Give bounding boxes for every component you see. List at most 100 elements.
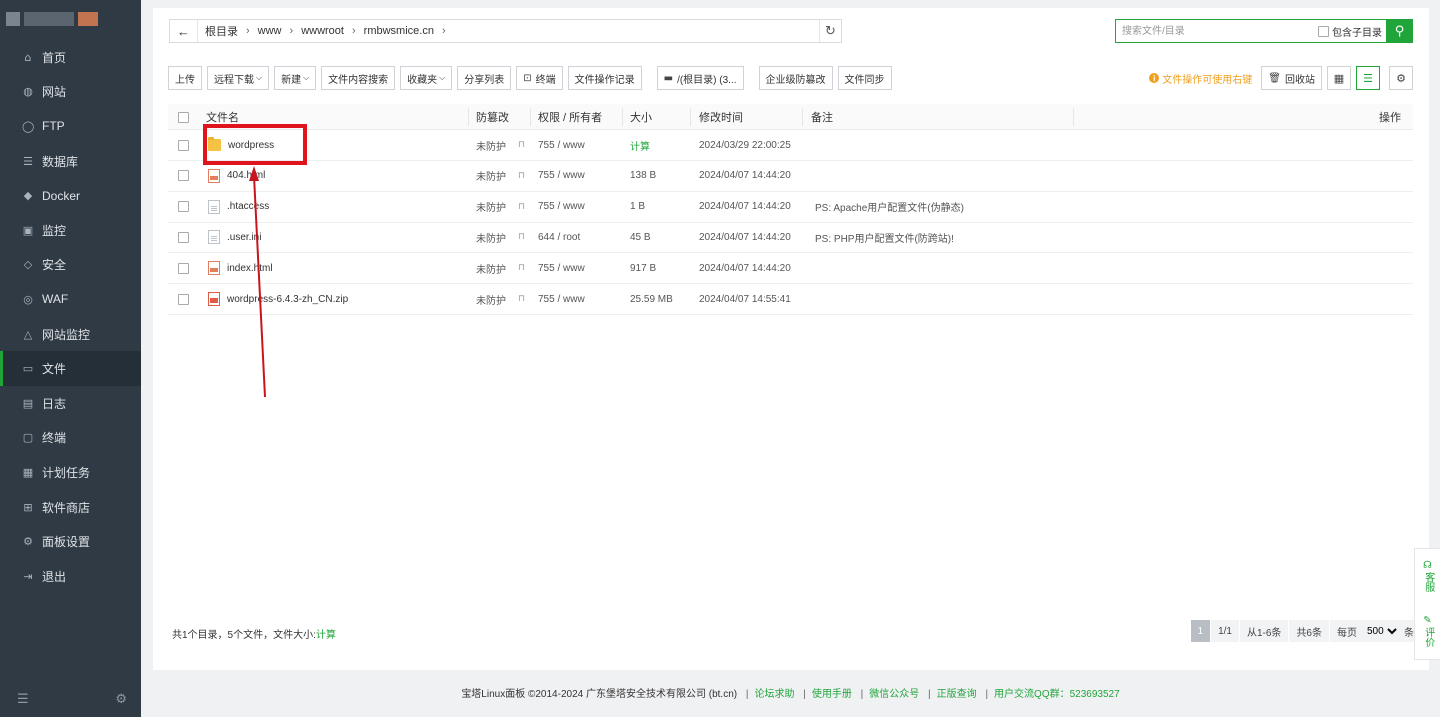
file-perm[interactable]: 755 / www [538,253,585,283]
search-input[interactable] [1116,20,1318,42]
file-name[interactable]: 404.html [208,161,265,191]
content-search-button[interactable]: 文件内容搜索 [321,66,396,90]
sidebar-item[interactable]: ▣ 监控 [0,213,141,248]
file-mtime: 2024/04/07 14:55:41 [699,293,791,305]
per-page: 每页 500 条 [1329,620,1421,642]
sidebar-icon: ⇥ [23,569,33,583]
sidebar-item[interactable]: ▤ 日志 [0,386,141,421]
row-checkbox[interactable] [178,222,192,252]
sidebar-item[interactable]: △ 网站监控 [0,317,141,352]
sidebar-item[interactable]: ◯ FTP [0,109,141,144]
calc-size-link[interactable]: 计算 [316,630,336,641]
tamper-status[interactable]: 未防护 ⊓ [476,222,525,252]
sidebar-item[interactable]: ◍ 网站 [0,75,141,110]
row-checkbox[interactable] [178,161,192,191]
crumb-root[interactable]: 根目录 [202,23,241,39]
crumb-www[interactable]: www [255,25,285,37]
file-size[interactable]: 计算 [630,130,650,160]
file-name[interactable]: .user.ini [208,222,261,252]
sidebar-item[interactable]: ⊞ 软件商店 [0,490,141,525]
table-row[interactable]: wordpress 未防护 ⊓ 755 / www 计算 2024/03/29 22:00… [168,130,1413,161]
include-subdir-checkbox[interactable] [1318,25,1329,37]
sidebar-item[interactable]: ⚙ 面板设置 [0,524,141,559]
manual-link[interactable]: 使用手册 [812,689,852,700]
file-name[interactable]: index.html [208,253,273,283]
page-current[interactable]: 1 [1189,620,1211,642]
favorites-button[interactable]: 收藏夹 ⌵ [400,66,453,90]
crumb-site[interactable]: rmbwsmice.cn [361,25,437,37]
table-row[interactable]: wordpress-6.4.3-zh_CN.zip 未防护 ⊓ 755 / www 25… [168,284,1413,315]
row-checkbox[interactable] [178,253,192,283]
table-row[interactable]: .htaccess 未防护 ⊓ 755 / www 1 B 2024/04/07 14:4… [168,192,1413,223]
row-checkbox[interactable] [178,130,192,160]
back-arrow-icon[interactable]: ← [170,20,198,42]
file-size: 138 B [630,170,657,182]
new-button[interactable]: 新建 ⌵ [274,66,317,90]
breadcrumb: 根目录 › www › wwwroot › rmbwsmice.cn › [198,23,819,39]
sidebar-item[interactable]: ☰ 数据库 [0,144,141,179]
info-icon: i [1149,73,1160,83]
collapse-menu-icon[interactable]: ☰ [17,692,29,707]
sidebar-settings-icon[interactable]: ⚙ [115,692,127,707]
settings-gear-icon[interactable]: ⚙ [1389,66,1413,90]
sidebar-item[interactable]: ◇ 安全 [0,248,141,283]
row-checkbox[interactable] [178,284,192,314]
col-mtime[interactable]: 修改时间 [699,104,743,130]
select-all-checkbox[interactable] [178,104,192,130]
sidebar-item[interactable]: ◎ WAF [0,282,141,317]
refresh-icon[interactable]: ↻ [819,20,841,42]
sidebar-item[interactable]: ▭ 文件 [0,351,141,386]
file-perm[interactable]: 755 / www [538,161,585,191]
tamper-status[interactable]: 未防护 ⊓ [476,253,525,283]
op-log-button[interactable]: 文件操作记录 [567,66,642,90]
list-view-icon[interactable]: ☰ [1356,66,1380,90]
table-row[interactable]: 404.html 未防护 ⊓ 755 / www 138 B 2024/04/07 14:… [168,161,1413,192]
tamper-status[interactable]: 未防护 ⊓ [476,192,525,222]
file-note[interactable]: PS: PHP用户配置文件(防跨站)! [815,222,954,252]
terminal-button[interactable]: ⊡ 终端 [516,66,563,90]
feedback[interactable]: ✎ 评价 [1422,616,1434,647]
sync-button[interactable]: 文件同步 [837,66,892,90]
tamper-button[interactable]: 企业级防篡改 [758,66,833,90]
recycle-bin-button[interactable]: 🗑 回收站 [1261,66,1322,90]
include-subdir-option[interactable]: 包含子目录 [1318,24,1386,39]
file-name[interactable]: wordpress-6.4.3-zh_CN.zip [208,284,348,314]
remote-download-button[interactable]: 远程下载 ⌵ [207,66,270,90]
per-page-select[interactable]: 500 [1363,624,1400,638]
wechat-link[interactable]: 微信公众号 [869,689,919,700]
sidebar-icon: ◇ [23,258,33,272]
file-perm[interactable]: 644 / root [538,222,580,252]
sidebar-item[interactable]: ▢ 终端 [0,421,141,456]
license-link[interactable]: 正版查询 [937,689,977,700]
disk-button[interactable]: ▬/(根目录) (3... [656,66,744,90]
file-note[interactable]: PS: Apache用户配置文件(伪静态) [815,192,964,222]
sidebar-item-label: 数据库 [42,154,79,169]
upload-button[interactable]: 上传 [168,66,202,90]
file-name[interactable]: .htaccess [208,192,269,222]
forum-link[interactable]: 论坛求助 [754,689,794,700]
logo-mark [6,12,20,26]
file-perm[interactable]: 755 / www [538,284,585,314]
search-icon[interactable]: ⚲ [1386,19,1413,43]
sidebar-item[interactable]: ▦ 计划任务 [0,455,141,490]
col-size[interactable]: 大小 [630,104,652,130]
sidebar-bottom: ☰ ⚙ [0,692,141,707]
sidebar-item[interactable]: ⌂ 首页 [0,40,141,75]
unlock-icon: ⊓ [518,232,526,243]
logo-accent [78,12,98,26]
tamper-status[interactable]: 未防护 ⊓ [476,284,525,314]
customer-service[interactable]: ☊ 客服 [1422,561,1434,592]
qq-group-link[interactable]: 用户交流QQ群：523693527 [994,689,1120,700]
grid-view-icon[interactable]: ▦ [1327,66,1351,90]
row-checkbox[interactable] [178,192,192,222]
sidebar-item[interactable]: ⇥ 退出 [0,559,141,594]
tamper-status[interactable]: 未防护 ⊓ [476,161,525,191]
table-row[interactable]: .user.ini 未防护 ⊓ 644 / root 45 B 2024/04/07 14… [168,222,1413,254]
sidebar-item[interactable]: ◆ Docker [0,178,141,213]
tamper-status[interactable]: 未防护 ⊓ [476,130,525,160]
crumb-wwwroot[interactable]: wwwroot [298,25,347,37]
share-list-button[interactable]: 分享列表 [457,66,512,90]
table-row[interactable]: index.html 未防护 ⊓ 755 / www 917 B 2024/04/07 1… [168,253,1413,285]
file-perm[interactable]: 755 / www [538,130,585,160]
file-perm[interactable]: 755 / www [538,192,585,222]
